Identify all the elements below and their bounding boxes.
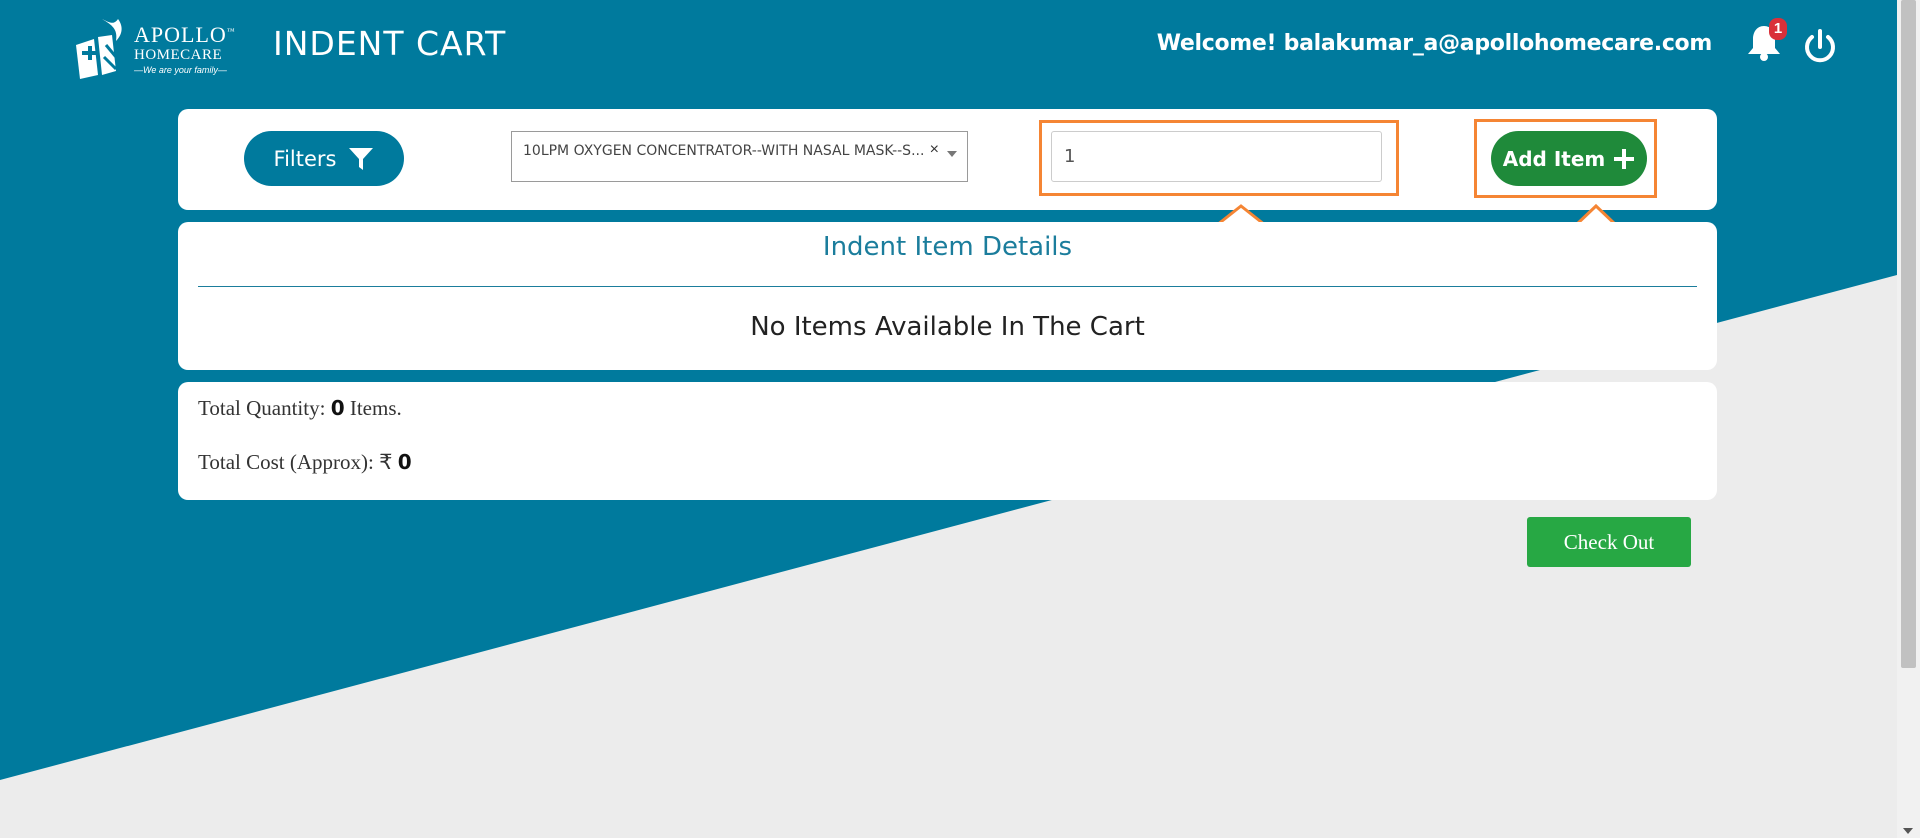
chevron-down-icon[interactable] — [947, 151, 957, 157]
add-item-label: Add Item — [1502, 146, 1606, 171]
logo-subtitle: HOMECARE — [134, 46, 223, 63]
indent-item-details-card: Indent Item Details No Items Available I… — [178, 222, 1717, 370]
add-item-button[interactable]: Add Item — [1491, 131, 1647, 186]
total-cost-line: Total Cost (Approx): ₹ 0 — [198, 450, 412, 475]
page-title: INDENT CART — [273, 24, 507, 63]
filters-button[interactable]: Filters — [244, 131, 404, 186]
logo-mark-icon — [76, 19, 122, 79]
filter-bar: Filters 10LPM OXYGEN CONCENTRATOR--WITH … — [178, 109, 1717, 210]
indent-cart-page: APOLLO™ HOMECARE —We are your family— IN… — [0, 0, 1920, 838]
filters-label: Filters — [273, 146, 337, 171]
filter-icon — [349, 147, 374, 170]
logo-text: APOLLO™ HOMECARE —We are your family— — [134, 21, 236, 75]
logo-name: APOLLO™ — [134, 21, 236, 47]
apollo-homecare-logo[interactable]: APOLLO™ HOMECARE —We are your family— — [72, 14, 242, 84]
total-quantity-suffix: Items. — [349, 396, 402, 420]
welcome-user-text: Welcome! balakumar_a@apollohomecare.com — [1156, 31, 1713, 56]
item-select-dropdown[interactable]: 10LPM OXYGEN CONCENTRATOR--WITH NASAL MA… — [511, 131, 968, 182]
notification-badge: 1 — [1769, 18, 1787, 40]
totals-card: Total Quantity: 0 Items. Total Cost (App… — [178, 382, 1717, 500]
logo-trademark: ™ — [226, 26, 236, 36]
logo-tagline: —We are your family— — [134, 64, 227, 75]
plus-icon — [1614, 148, 1635, 169]
power-icon[interactable] — [1801, 28, 1839, 66]
scroll-down-icon[interactable] — [1903, 828, 1913, 834]
checkout-button[interactable]: Check Out — [1527, 517, 1691, 567]
total-cost-value: 0 — [397, 450, 412, 474]
total-quantity-value: 0 — [330, 396, 345, 420]
quantity-input[interactable] — [1051, 131, 1382, 182]
currency-symbol: ₹ — [379, 450, 393, 474]
total-cost-label: Total Cost (Approx): — [198, 450, 374, 474]
scrollbar-thumb[interactable] — [1901, 0, 1916, 668]
details-title: Indent Item Details — [822, 232, 1073, 262]
item-select-value: 10LPM OXYGEN CONCENTRATOR--WITH NASAL MA… — [523, 143, 925, 159]
total-quantity-label: Total Quantity: — [198, 396, 326, 420]
empty-cart-message: No Items Available In The Cart — [750, 312, 1145, 342]
total-quantity-line: Total Quantity: 0 Items. — [198, 396, 402, 421]
clear-selection-icon[interactable]: × — [930, 141, 939, 159]
details-divider — [198, 286, 1697, 287]
vertical-scrollbar[interactable] — [1897, 0, 1920, 838]
